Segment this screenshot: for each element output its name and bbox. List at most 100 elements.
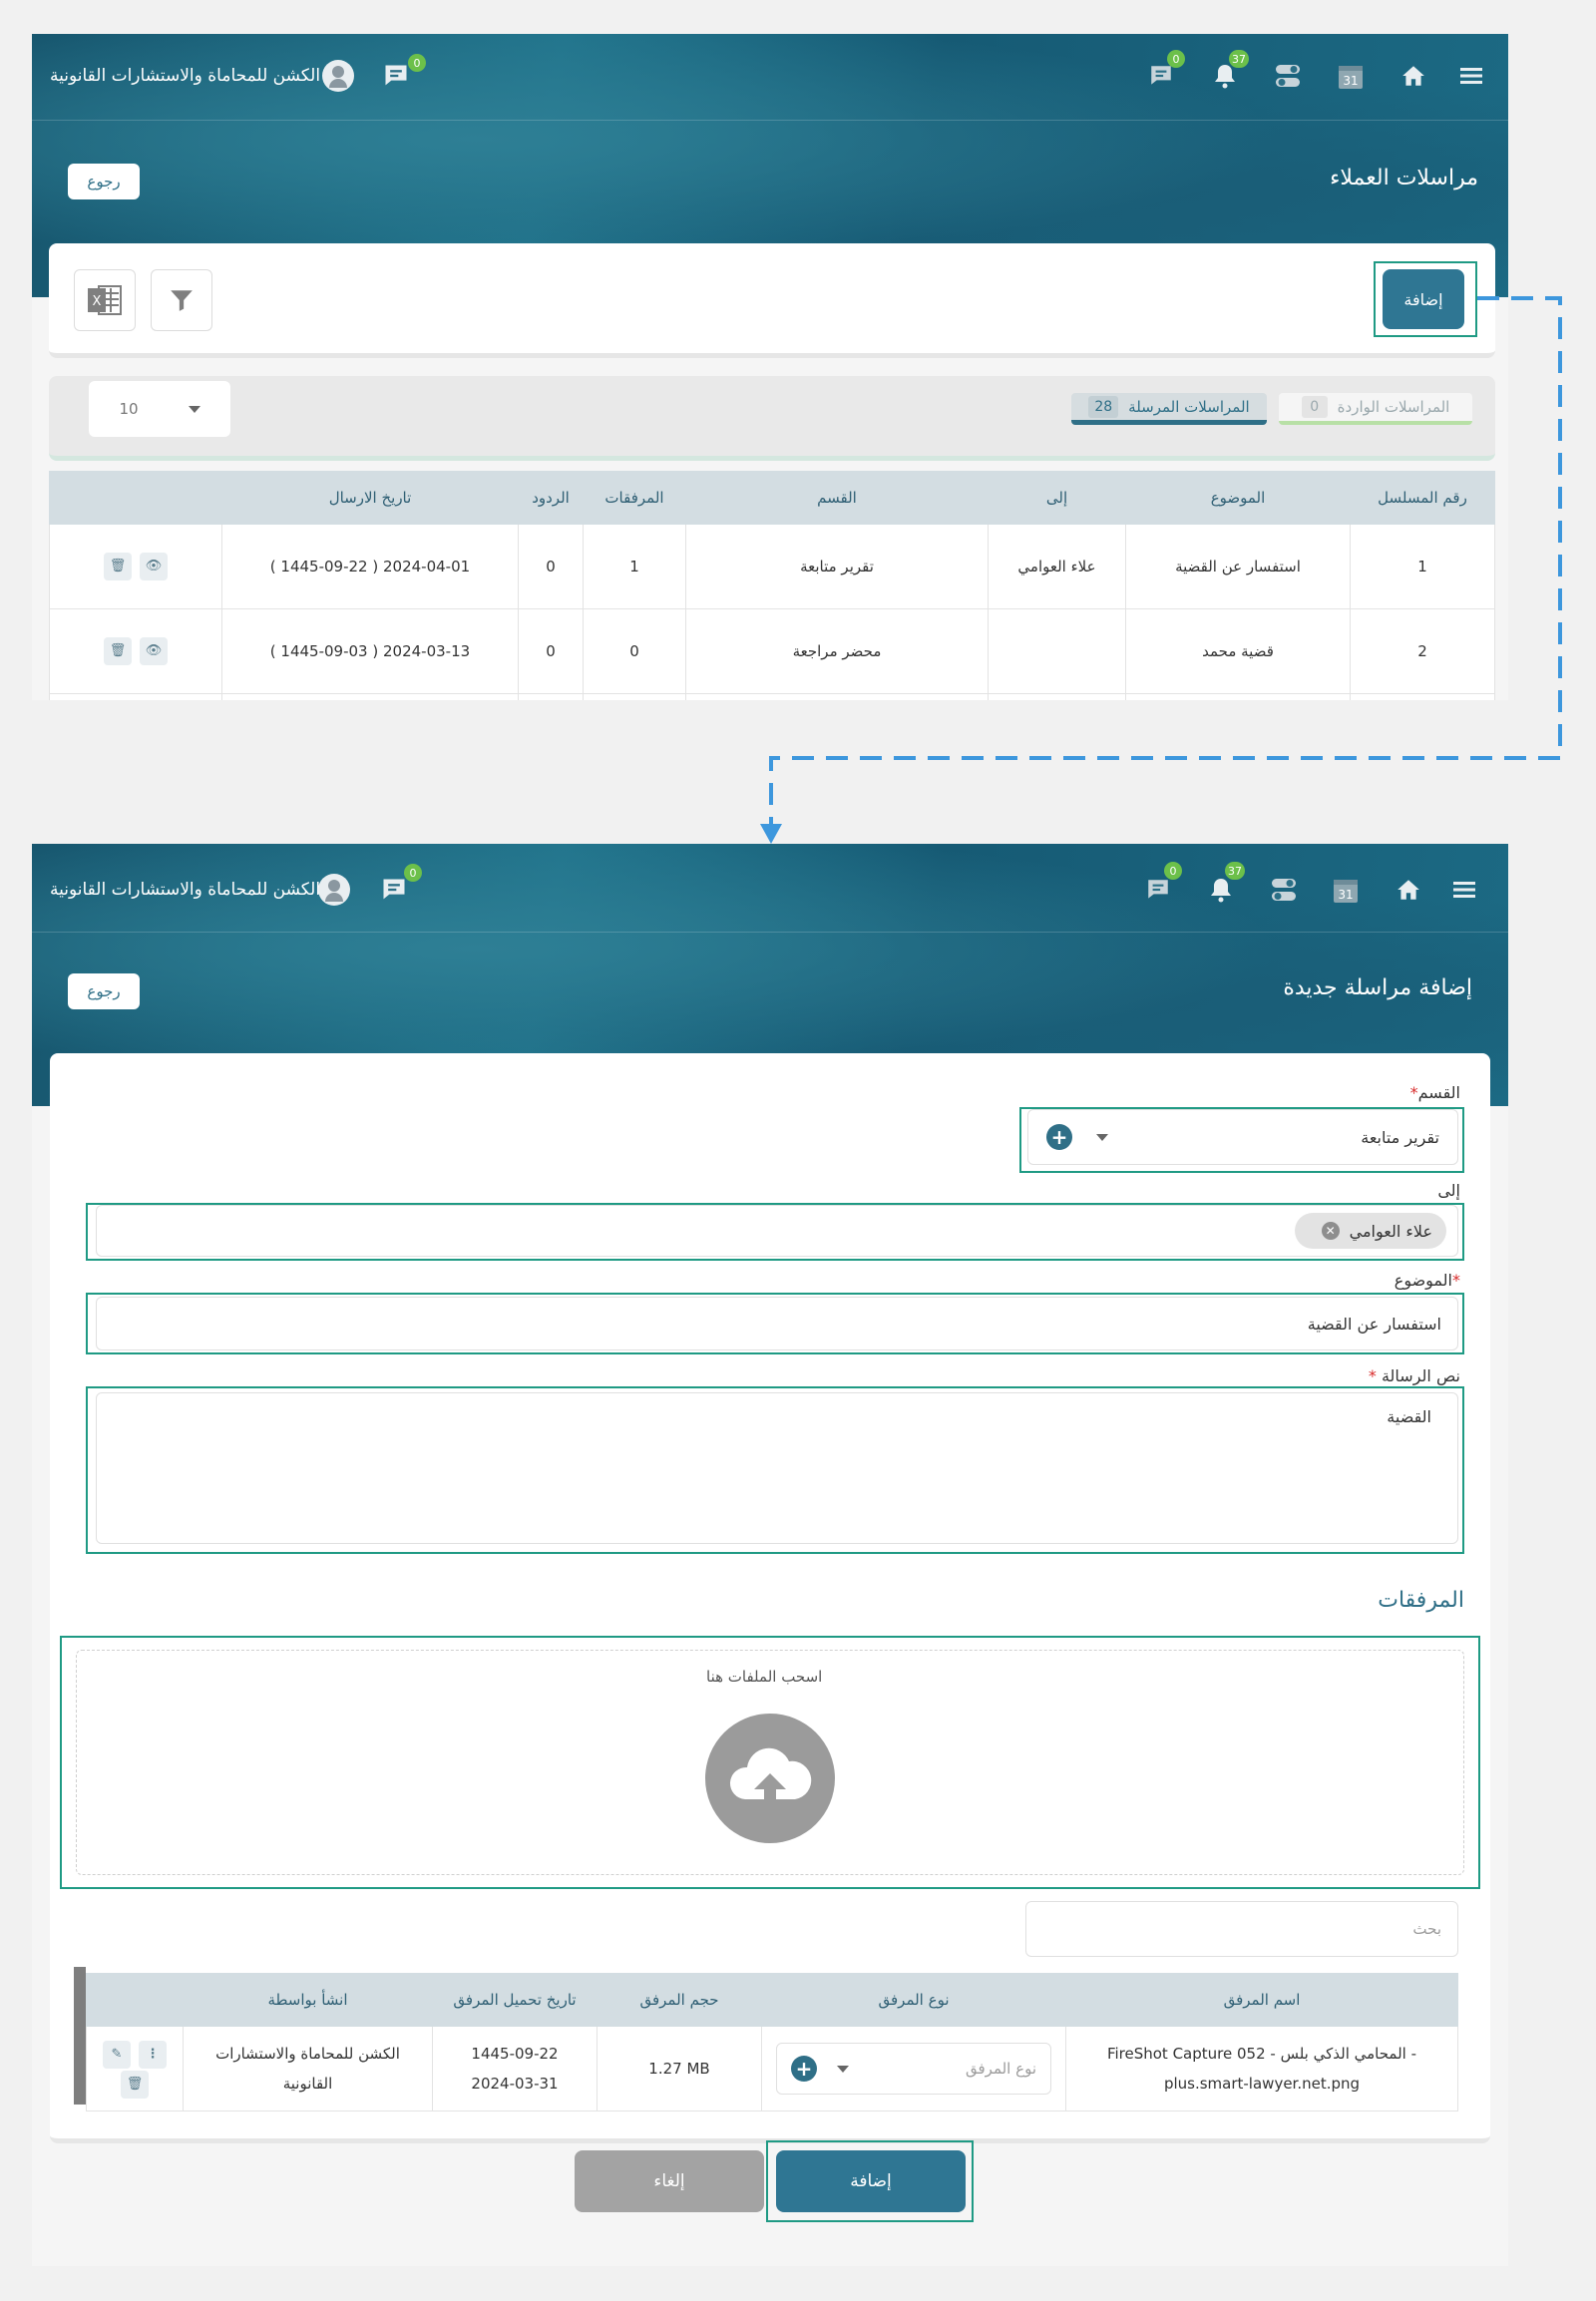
- chevron-down-icon: [837, 2065, 849, 2073]
- more-options-button[interactable]: ⋮: [139, 2040, 167, 2069]
- search-placeholder: بحث: [1412, 1920, 1441, 1938]
- svg-text:31: 31: [1338, 888, 1353, 902]
- back-button[interactable]: رجوع: [68, 973, 140, 1009]
- brand-name: الكشن للمحاماة والاستشارات القانونية: [50, 66, 321, 86]
- tab-incoming-label: المراسلات الواردة: [1337, 398, 1450, 416]
- menu-icon[interactable]: [1455, 60, 1487, 92]
- page-size-select[interactable]: 10: [89, 381, 230, 437]
- page-title: إضافة مراسلة جديدة: [1283, 975, 1472, 1000]
- delete-button[interactable]: 🗑: [121, 2070, 149, 2099]
- delete-button[interactable]: 🗑: [104, 637, 132, 665]
- cell-subject: قضية محمد: [1125, 608, 1351, 694]
- attachments-title: المرفقات: [1378, 1588, 1464, 1613]
- home-icon[interactable]: [1397, 60, 1429, 92]
- cell-actions: 👁🗑: [49, 608, 222, 694]
- trash-icon: 🗑: [109, 559, 127, 574]
- toggle-icon[interactable]: [1272, 60, 1304, 92]
- tab-incoming[interactable]: المراسلات الواردة 0: [1279, 393, 1472, 425]
- messages-badge: 0: [1164, 862, 1182, 880]
- filter-button[interactable]: [151, 269, 212, 331]
- chat-badge: 0: [404, 864, 422, 882]
- svg-text:31: 31: [1343, 74, 1358, 88]
- table-row[interactable]: FireShot Capture 052 - المحامي الذكي بلس…: [86, 2026, 1458, 2111]
- trash-icon: 🗑: [109, 643, 127, 658]
- table-row[interactable]: 2 قضية محمد محضر مراجعة 0 0 2024-03-13 (…: [49, 608, 1495, 694]
- filter-icon: [171, 290, 193, 311]
- section-label: القسم*: [1409, 1083, 1460, 1102]
- back-button[interactable]: رجوع: [68, 164, 140, 199]
- excel-icon: X: [88, 285, 122, 315]
- edit-button[interactable]: ✎: [103, 2040, 131, 2069]
- avatar[interactable]: [318, 874, 350, 906]
- view-button[interactable]: 👁: [140, 637, 168, 665]
- highlight-submit-button: [766, 2140, 974, 2222]
- add-attachment-type-icon[interactable]: +: [791, 2056, 817, 2082]
- col-to: إلى: [988, 471, 1126, 525]
- cell-section: محضر مراجعة: [685, 608, 989, 694]
- col-section: القسم: [685, 471, 989, 525]
- cell-to: [988, 608, 1126, 694]
- attachment-type-select[interactable]: نوع المرفق +: [776, 2043, 1051, 2095]
- col-att-size: حجم المرفق: [597, 1973, 762, 2027]
- list-page-panel: الكشن للمحاماة والاستشارات القانونية 0 3…: [32, 34, 1508, 700]
- cell-replies: 0: [518, 608, 584, 694]
- attachment-type-placeholder: نوع المرفق: [965, 2060, 1036, 2078]
- brand-name: الكشن للمحاماة والاستشارات القانونية: [50, 880, 321, 900]
- cell-att-name: FireShot Capture 052 - المحامي الذكي بلس…: [1065, 2026, 1458, 2111]
- col-att-name: اسم المرفق: [1065, 1973, 1458, 2027]
- actions-card: [49, 243, 1495, 358]
- tab-sent-count: 28: [1088, 395, 1119, 418]
- attachments-table: اسم المرفق نوع المرفق حجم المرفق تاريخ ت…: [86, 1973, 1458, 2111]
- tab-sent-label: المراسلات المرسلة: [1128, 397, 1250, 416]
- cell-section: تقرير متابعة: [685, 524, 989, 609]
- correspondence-table: رقم المسلسل الموضوع إلى القسم المرفقات ا…: [49, 471, 1495, 700]
- calendar-icon[interactable]: 31: [1335, 60, 1367, 92]
- attachments-search-input[interactable]: بحث: [1025, 1901, 1458, 1957]
- col-att-date: تاريخ تحميل المرفق: [432, 1973, 598, 2027]
- view-button[interactable]: 👁: [140, 553, 168, 580]
- menu-icon[interactable]: [1448, 874, 1480, 906]
- cell-subject: استفسار عن القضية: [1125, 524, 1351, 609]
- highlight-section-select: [1019, 1107, 1464, 1173]
- table-scroll-indicator: [74, 1967, 86, 2105]
- cell-serial: 2: [1350, 608, 1495, 694]
- tab-sent[interactable]: المراسلات المرسلة 28: [1071, 393, 1267, 425]
- highlight-add-button: [1374, 261, 1477, 337]
- form-page-panel: الكشن للمحاماة والاستشارات القانونية 0 3…: [32, 844, 1508, 2266]
- calendar-icon[interactable]: 31: [1330, 874, 1362, 906]
- highlight-dropzone: [60, 1636, 1480, 1889]
- col-att-creator: انشأ بواسطة: [183, 1973, 433, 2027]
- home-icon[interactable]: [1393, 874, 1424, 906]
- chevron-down-icon: [188, 405, 200, 413]
- cell-serial: 1: [1350, 524, 1495, 609]
- cancel-button[interactable]: إلغاء: [575, 2150, 764, 2212]
- page-title: مراسلات العملاء: [1330, 166, 1478, 191]
- col-replies: الردود: [518, 471, 584, 525]
- cell-att-creator: الكشن للمحاماة والاستشارات القانونية: [183, 2026, 433, 2111]
- table-row-partial: [49, 693, 1495, 700]
- cell-date: 2024-04-01 ( 1445-09-22 ): [221, 524, 519, 609]
- header-divider: [32, 932, 1508, 933]
- notifications-badge: 37: [1225, 862, 1245, 880]
- toggle-icon[interactable]: [1268, 874, 1300, 906]
- highlight-to-field: [86, 1203, 1464, 1261]
- notifications-badge: 37: [1229, 50, 1249, 68]
- eye-icon: 👁: [145, 559, 163, 574]
- col-att-type: نوع المرفق: [761, 1973, 1066, 2027]
- col-attachments: المرفقات: [583, 471, 686, 525]
- col-actions: [49, 471, 222, 525]
- col-att-actions: [86, 1973, 184, 2027]
- messages-badge: 0: [1167, 50, 1185, 68]
- excel-export-button[interactable]: X: [74, 269, 136, 331]
- header-divider: [32, 120, 1508, 121]
- table-row[interactable]: 1 استفسار عن القضية علاء العوامي تقرير م…: [49, 524, 1495, 609]
- page-size-value: 10: [119, 400, 139, 418]
- col-serial: رقم المسلسل: [1350, 471, 1495, 525]
- trash-icon: 🗑: [126, 2076, 144, 2092]
- cell-actions: 👁🗑: [49, 524, 222, 609]
- avatar[interactable]: [322, 60, 354, 92]
- to-label: إلى: [1437, 1181, 1460, 1200]
- col-subject: الموضوع: [1125, 471, 1351, 525]
- table-header-row: اسم المرفق نوع المرفق حجم المرفق تاريخ ت…: [86, 1973, 1458, 2027]
- delete-button[interactable]: 🗑: [104, 553, 132, 580]
